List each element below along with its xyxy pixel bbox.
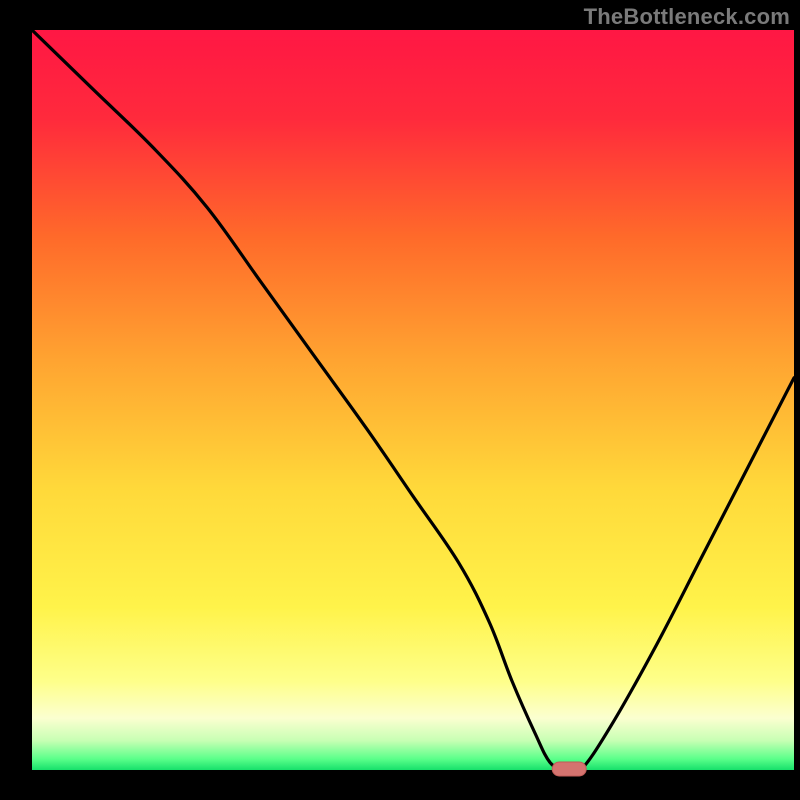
chart-container: TheBottleneck.com: [0, 0, 800, 800]
bottleneck-chart: [0, 0, 800, 800]
watermark-label: TheBottleneck.com: [584, 4, 790, 30]
optimum-marker: [552, 762, 586, 776]
